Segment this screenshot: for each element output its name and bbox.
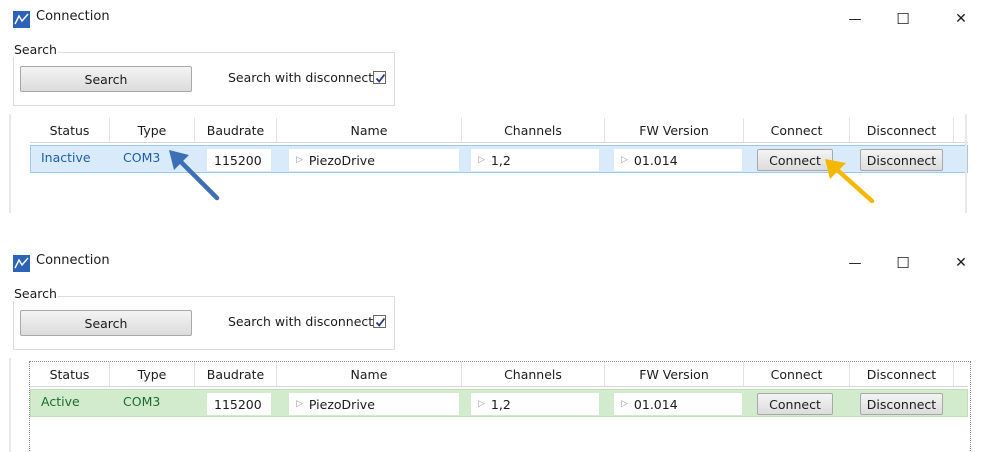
column-header-channels: Channels (462, 362, 605, 386)
search-group-label: Search (13, 286, 58, 301)
window-title: Connection (36, 253, 110, 268)
yellow-arrow-icon (825, 159, 875, 204)
maximize-icon: ☐ (896, 254, 910, 272)
triangle-right-icon: ▷ (478, 155, 485, 165)
channels-value: 1,2 (490, 152, 511, 168)
column-header-connect: Connect (744, 118, 850, 142)
title-bar: Connection — ☐ ✕ (0, 0, 983, 38)
column-header-status: Status (30, 362, 110, 386)
search-group-label: Search (13, 42, 58, 57)
maximize-icon: ☐ (896, 10, 910, 28)
connect-button[interactable]: Connect (757, 393, 833, 415)
channels-field[interactable]: ▷ 1,2 (471, 393, 599, 415)
name-value: PiezoDrive (308, 152, 375, 168)
column-header-connect: Connect (744, 362, 850, 386)
triangle-right-icon: ▷ (296, 399, 303, 409)
name-field[interactable]: ▷ PiezoDrive (289, 149, 459, 171)
divider (9, 114, 11, 213)
close-button[interactable]: ✕ (938, 4, 983, 34)
divider (965, 114, 967, 213)
column-header-name: Name (277, 362, 462, 386)
channels-field[interactable]: ▷ 1,2 (471, 149, 599, 171)
column-header-type: Type (110, 118, 195, 142)
name-value: PiezoDrive (308, 396, 375, 412)
triangle-right-icon: ▷ (478, 399, 485, 409)
column-header-channels: Channels (462, 118, 605, 142)
search-with-disconnect-label: Search with disconnect (228, 314, 374, 329)
fw-version-value: 01.014 (633, 396, 678, 412)
connection-window-bottom: Connection — ☐ ✕ Search Search Search wi… (0, 244, 983, 452)
blue-arrow-icon (169, 150, 220, 201)
close-button[interactable]: ✕ (938, 248, 983, 278)
column-header-fw-version: FW Version (605, 362, 744, 386)
column-header-disconnect: Disconnect (850, 362, 954, 386)
divider (9, 358, 11, 452)
search-button[interactable]: Search (20, 310, 192, 336)
connection-window-top: Connection — ☐ ✕ Search Search Search wi… (0, 0, 983, 213)
type-cell: COM3 (123, 150, 161, 165)
status-cell: Active (41, 394, 80, 409)
column-header-fw-version: FW Version (605, 118, 744, 142)
chart-line-icon (13, 11, 30, 28)
disconnect-button[interactable]: Disconnect (860, 393, 943, 415)
column-header-type: Type (110, 362, 195, 386)
search-with-disconnect-checkbox[interactable] (373, 71, 386, 84)
column-header-baudrate: Baudrate (195, 362, 277, 386)
title-bar: Connection — ☐ ✕ (0, 244, 983, 282)
baudrate-field[interactable]: 115200 (207, 393, 271, 415)
column-header-disconnect: Disconnect (850, 118, 954, 142)
status-cell: Inactive (41, 150, 91, 165)
type-cell: COM3 (123, 394, 161, 409)
channels-value: 1,2 (490, 396, 511, 412)
search-with-disconnect-label: Search with disconnect (228, 70, 374, 85)
search-button[interactable]: Search (20, 66, 192, 92)
close-icon: ✕ (955, 255, 967, 271)
table-header: Status Type Baudrate Name Channels FW Ve… (30, 118, 968, 143)
window-title: Connection (36, 9, 110, 24)
fw-version-field[interactable]: ▷ 01.014 (614, 149, 742, 171)
chart-line-icon (13, 255, 30, 272)
column-header-name: Name (277, 118, 462, 142)
baudrate-value: 115200 (214, 396, 262, 412)
minimize-icon: — (848, 11, 862, 27)
fw-version-field[interactable]: ▷ 01.014 (614, 393, 742, 415)
table-header: Status Type Baudrate Name Channels FW Ve… (30, 362, 968, 387)
minimize-button[interactable]: — (832, 4, 878, 34)
maximize-button[interactable]: ☐ (880, 4, 926, 34)
name-field[interactable]: ▷ PiezoDrive (289, 393, 459, 415)
checkmark-icon (375, 73, 386, 83)
triangle-right-icon: ▷ (621, 155, 628, 165)
maximize-button[interactable]: ☐ (880, 248, 926, 278)
column-header-status: Status (30, 118, 110, 142)
table-row[interactable]: Active COM3 115200 ▷ PiezoDrive ▷ 1,2 ▷ 01.… (30, 389, 968, 417)
close-icon: ✕ (955, 11, 967, 27)
triangle-right-icon: ▷ (621, 399, 628, 409)
fw-version-value: 01.014 (633, 152, 678, 168)
column-header-baudrate: Baudrate (195, 118, 277, 142)
minimize-icon: — (848, 255, 862, 271)
triangle-right-icon: ▷ (296, 155, 303, 165)
checkmark-icon (375, 317, 386, 327)
search-with-disconnect-checkbox[interactable] (373, 315, 386, 328)
minimize-button[interactable]: — (832, 248, 878, 278)
